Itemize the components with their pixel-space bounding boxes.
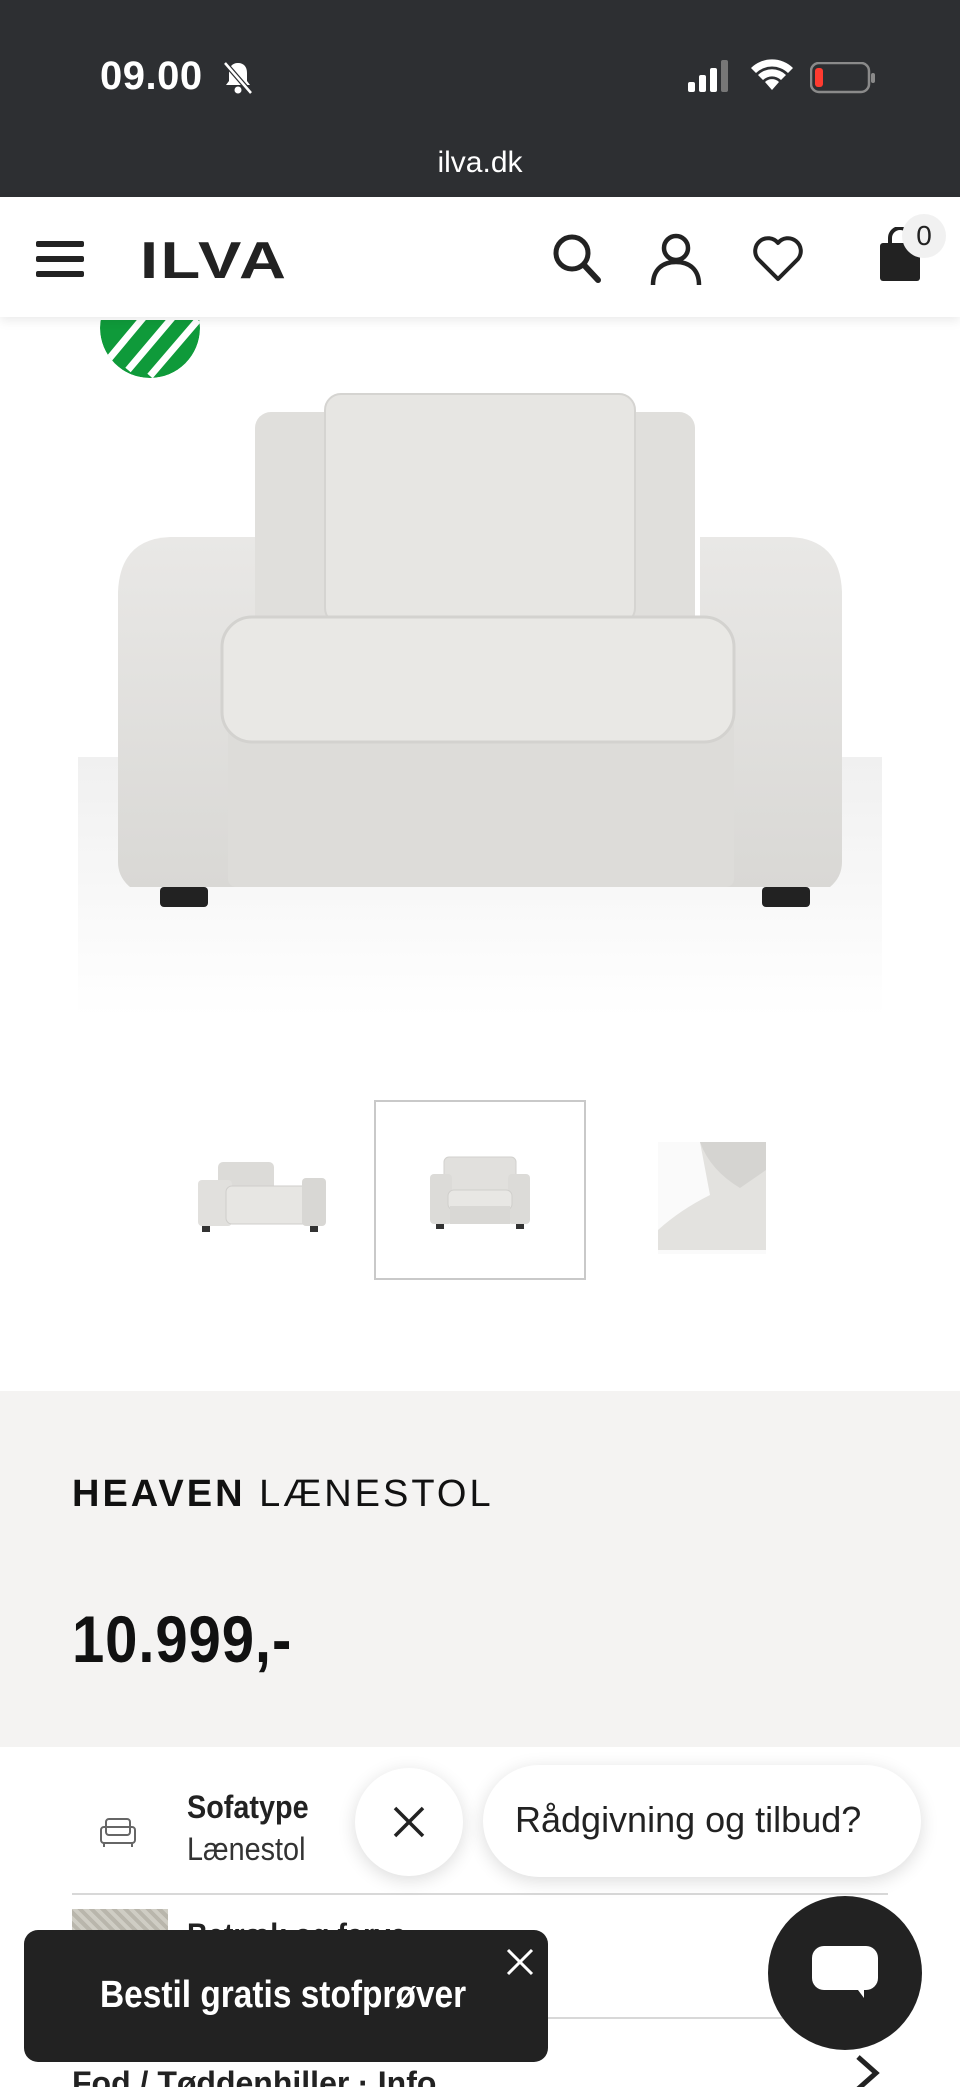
chat-prompt-text: Rådgivning og tilbud? [515, 1799, 862, 1840]
status-time: 09.00 [100, 54, 203, 98]
feet-option-label[interactable]: Fod / Tøddenhiller · Info [72, 2065, 436, 2087]
sofatype-value[interactable]: Lænestol [187, 1831, 305, 1868]
site-header: ILVA [0, 197, 960, 317]
product-price: 10.999,- [72, 1602, 293, 1676]
sofa-type-icon [100, 1817, 136, 1852]
product-type: LÆNESTOL [259, 1473, 494, 1515]
bell-muted-icon [222, 60, 254, 101]
address-bar-url[interactable]: ilva.dk [0, 146, 960, 180]
wifi-icon [750, 56, 794, 97]
thumbnail-angle-view[interactable] [160, 1100, 372, 1280]
close-icon [393, 1806, 425, 1838]
chat-bubble-tail [852, 1982, 864, 1998]
fabric-samples-toast[interactable]: Bestil gratis stofprøver [24, 1930, 548, 2062]
wishlist-heart-icon[interactable] [752, 235, 804, 288]
page: 09.00 ilva.dk ILVA 0 HEAVEN LÆNESTOL 10.… [0, 0, 960, 2087]
battery-low-icon [809, 61, 876, 99]
close-icon[interactable] [502, 1944, 538, 1985]
chat-dismiss-button[interactable] [355, 1768, 463, 1876]
cellular-signal-icon [688, 60, 732, 97]
product-brand: HEAVEN [72, 1473, 246, 1515]
product-info-panel: HEAVEN LÆNESTOL 10.999,- [0, 1391, 960, 1747]
ilva-logo[interactable]: ILVA [140, 231, 288, 291]
thumbnail-front-view[interactable] [374, 1100, 586, 1280]
chat-bubble-icon [812, 1946, 878, 1990]
thumbnail-detail-view[interactable] [650, 1100, 862, 1280]
cart-count-badge: 0 [902, 214, 946, 258]
divider [72, 1893, 888, 1895]
menu-icon[interactable] [36, 239, 84, 279]
thumbnail-strip [0, 1100, 960, 1290]
chat-prompt-bubble[interactable]: Rådgivning og tilbud? [483, 1765, 921, 1877]
search-icon[interactable] [552, 233, 602, 290]
chat-launcher-button[interactable] [768, 1896, 922, 2050]
product-image[interactable] [0, 317, 960, 1057]
account-icon[interactable] [650, 233, 702, 292]
product-title: HEAVEN LÆNESTOL [72, 1473, 494, 1516]
chevron-right-icon[interactable] [852, 2053, 882, 2087]
sofatype-label[interactable]: Sofatype [187, 1789, 309, 1826]
toast-text: Bestil gratis stofprøver [100, 1974, 467, 2016]
status-bar: 09.00 ilva.dk [0, 0, 960, 197]
